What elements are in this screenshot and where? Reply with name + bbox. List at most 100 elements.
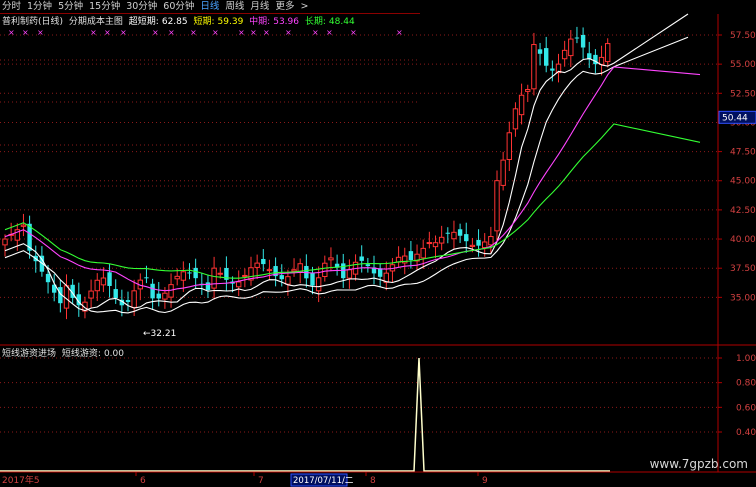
candle — [488, 226, 494, 254]
candle-body — [605, 43, 611, 63]
candle-body — [113, 289, 118, 299]
candle — [389, 258, 396, 283]
date-label: 8 — [370, 476, 376, 486]
candle — [224, 256, 229, 292]
candle-body — [285, 276, 291, 285]
signal-x-marker: × — [152, 28, 159, 37]
price-label: 42.50 — [730, 206, 756, 216]
price-label: 45.00 — [730, 177, 756, 187]
candle — [580, 27, 586, 59]
candle — [125, 291, 131, 312]
candle — [605, 38, 611, 68]
candle-body — [518, 94, 525, 116]
sub-label: 0.60 — [736, 403, 756, 413]
candle — [544, 36, 549, 73]
markers: ←32.21 × × × × × × × × × × × × × × × × × × — [0, 28, 610, 472]
candle-body — [174, 275, 180, 280]
candle-body — [242, 274, 248, 277]
candle-body — [598, 56, 605, 65]
candle — [137, 273, 144, 301]
candle-body — [107, 272, 112, 286]
candle-body — [156, 293, 161, 299]
candle — [432, 235, 439, 259]
candle — [193, 258, 198, 289]
candle — [371, 255, 377, 285]
signal-x-marker: × — [212, 28, 219, 37]
candle — [346, 259, 353, 289]
grid-lines — [0, 34, 718, 433]
date-label: 7 — [258, 476, 264, 486]
candle — [156, 281, 161, 307]
candle-body — [550, 68, 555, 71]
axes: 57.5055.0052.5050.0047.5045.0042.5040.00… — [0, 14, 756, 487]
signal-x-marker: × — [22, 28, 29, 37]
candle — [2, 234, 8, 257]
candle — [113, 279, 118, 304]
candle-body — [420, 247, 426, 259]
candle — [150, 278, 155, 310]
candle — [500, 151, 506, 191]
signal-x-marker: × — [168, 28, 175, 37]
candle-body — [254, 262, 260, 268]
candle-body — [574, 37, 580, 39]
candle-body — [445, 232, 450, 234]
candle-body — [464, 234, 469, 242]
candle-body — [131, 290, 137, 308]
price-label: 55.00 — [730, 60, 756, 70]
candle-body — [205, 282, 211, 291]
candle-body — [525, 89, 531, 92]
signal-x-marker: × — [8, 28, 15, 37]
date-label: 6 — [140, 476, 146, 486]
candle — [236, 270, 242, 296]
signal-x-marker: × — [350, 28, 357, 37]
signal-x-marker: × — [396, 28, 403, 37]
sub-label: 1.00 — [736, 354, 756, 364]
signal-x-marker: × — [263, 28, 270, 37]
candle-body — [217, 272, 223, 275]
candle-body — [100, 277, 107, 286]
candle — [537, 42, 543, 66]
signal-x-marker: × — [190, 28, 197, 37]
candle-body — [266, 269, 273, 272]
cursor-date-label: 2017/07/11/二 — [293, 476, 354, 486]
candle-body — [408, 251, 414, 261]
candle-body — [365, 264, 371, 267]
candle-body — [45, 273, 51, 283]
signal-x-marker: × — [285, 28, 292, 37]
signal-x-marker: × — [104, 28, 111, 37]
candle-body — [432, 242, 439, 248]
candle — [58, 279, 63, 313]
candle — [377, 263, 383, 287]
low-price-marker: ←32.21 — [143, 329, 176, 339]
candle — [426, 231, 433, 249]
candle-body — [438, 236, 445, 244]
candle — [94, 273, 100, 301]
candle — [395, 246, 402, 268]
candle — [383, 261, 390, 291]
candle — [438, 225, 445, 251]
price-label: 57.50 — [730, 31, 756, 41]
short-line — [4, 36, 689, 314]
candle-body — [580, 34, 586, 48]
candle-body — [359, 256, 364, 261]
candle — [408, 240, 414, 269]
candle — [273, 257, 278, 287]
candle — [525, 84, 531, 103]
price-label: 40.00 — [730, 235, 756, 245]
candle — [88, 279, 94, 309]
candle — [457, 223, 463, 244]
candlestick-chart[interactable]: ←32.21 × × × × × × × × × × × × × × × × × × 57.50 55.00 52.50… — [0, 0, 756, 487]
candle-body — [315, 277, 322, 292]
candle-body — [279, 275, 284, 280]
candles — [2, 26, 611, 320]
candle-body — [537, 49, 543, 54]
candle — [561, 40, 568, 67]
candle-body — [544, 48, 549, 66]
candle — [291, 258, 297, 277]
mid-line — [4, 66, 701, 292]
candle-body — [500, 159, 506, 186]
signal-x-marker: × — [90, 28, 97, 37]
signal-x-marker: × — [120, 28, 127, 37]
candle-body — [457, 229, 463, 236]
candle — [310, 266, 315, 295]
